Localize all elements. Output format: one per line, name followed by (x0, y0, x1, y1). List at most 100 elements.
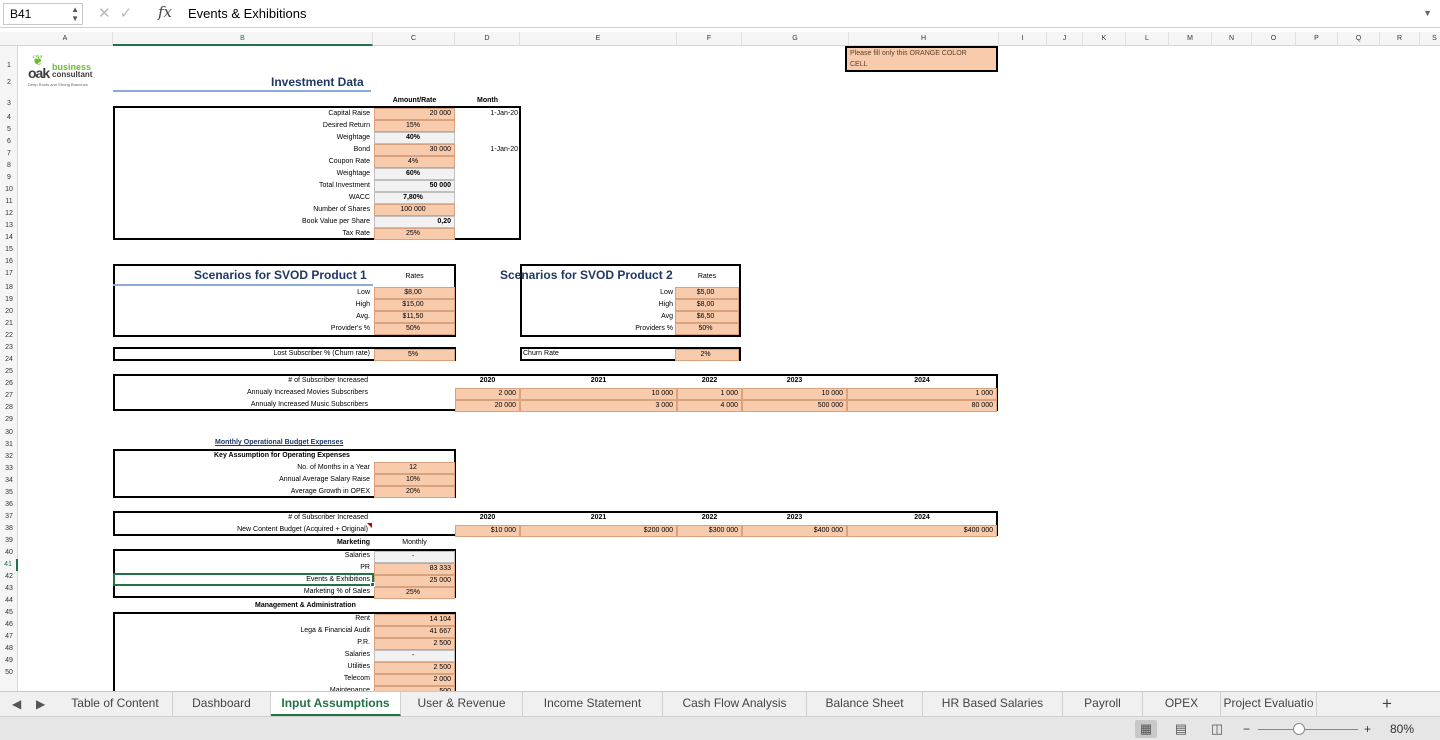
marketing-value[interactable]: 25% (374, 587, 455, 599)
svod1-value[interactable]: $11,50 (374, 311, 455, 323)
row-header-21[interactable]: 21 (0, 318, 18, 330)
tab-table-of-content[interactable]: Table of Content (58, 692, 173, 716)
svod2-value[interactable]: 50% (675, 323, 739, 335)
svod1-value[interactable]: 50% (374, 323, 455, 335)
music-value[interactable]: 80 000 (847, 400, 997, 412)
row-header-17[interactable]: 17 (0, 268, 18, 280)
column-header-k[interactable]: K (1083, 32, 1126, 46)
tab-balance-sheet[interactable]: Balance Sheet (807, 692, 923, 716)
investment-value[interactable]: 4% (374, 156, 455, 168)
tab-dashboard[interactable]: Dashboard (173, 692, 271, 716)
row-header-45[interactable]: 45 (0, 607, 18, 619)
movies-value[interactable]: 10 000 (742, 388, 847, 400)
worksheet-grid[interactable]: ❦ oak business consultant Deep Roots and… (18, 46, 1440, 691)
row-header-48[interactable]: 48 (0, 643, 18, 655)
row-header-11[interactable]: 11 (0, 196, 18, 208)
row-header-22[interactable]: 22 (0, 330, 18, 342)
row-header-10[interactable]: 10 (0, 184, 18, 196)
row-header-20[interactable]: 20 (0, 306, 18, 318)
svod1-value[interactable]: $15,00 (374, 299, 455, 311)
row-header-14[interactable]: 14 (0, 232, 18, 244)
zoom-in-button[interactable]: + (1364, 720, 1371, 738)
comment-indicator-icon[interactable] (367, 523, 372, 528)
movies-value[interactable]: 1 000 (677, 388, 742, 400)
fx-icon[interactable]: fx (158, 3, 172, 21)
row-header-2[interactable]: 2 (0, 77, 18, 89)
content-budget-value[interactable]: $400 000 (742, 525, 847, 537)
investment-value[interactable]: 30 000 (374, 144, 455, 156)
svod2-value[interactable]: $6,50 (675, 311, 739, 323)
row-header-15[interactable]: 15 (0, 244, 18, 256)
investment-value[interactable]: 7,80% (374, 192, 455, 204)
tab-input-assumptions[interactable]: Input Assumptions (271, 692, 401, 716)
row-header-7[interactable]: 7 (0, 148, 18, 160)
row-header-4[interactable]: 4 (0, 112, 18, 124)
normal-view-icon[interactable]: ▦ (1135, 720, 1157, 738)
name-box[interactable]: B41 ▲ ▼ (3, 3, 83, 25)
column-header-b[interactable]: B (113, 32, 373, 46)
zoom-slider[interactable] (1258, 729, 1358, 730)
row-header-41[interactable]: 41 (0, 559, 18, 571)
svod1-churn-value[interactable]: 5% (374, 349, 455, 361)
column-header-d[interactable]: D (455, 32, 520, 46)
column-header-n[interactable]: N (1212, 32, 1252, 46)
row-header-32[interactable]: 32 (0, 451, 18, 463)
marketing-value[interactable]: 25 000 (374, 575, 455, 587)
management-value[interactable]: 2 500 (374, 662, 455, 674)
row-header-38[interactable]: 38 (0, 523, 18, 535)
row-header-13[interactable]: 13 (0, 220, 18, 232)
selected-cell-b41[interactable] (113, 573, 374, 586)
tab-payroll[interactable]: Payroll (1063, 692, 1143, 716)
row-header-16[interactable]: 16 (0, 256, 18, 268)
column-header-i[interactable]: I (999, 32, 1047, 46)
column-header-e[interactable]: E (520, 32, 677, 46)
row-header-42[interactable]: 42 (0, 571, 18, 583)
movies-value[interactable]: 2 000 (455, 388, 520, 400)
column-header-o[interactable]: O (1252, 32, 1296, 46)
column-header-f[interactable]: F (677, 32, 742, 46)
formula-cancel-confirm-icons[interactable]: ✕✓ (98, 4, 141, 22)
column-header-h[interactable]: H (849, 32, 999, 46)
investment-value[interactable]: 50 000 (374, 180, 455, 192)
prev-sheet-icon[interactable]: ◀ (12, 692, 21, 717)
music-value[interactable]: 3 000 (520, 400, 677, 412)
opex-value[interactable]: 12 (374, 462, 455, 474)
column-header-p[interactable]: P (1296, 32, 1338, 46)
row-header-8[interactable]: 8 (0, 160, 18, 172)
svod2-churn-value[interactable]: 2% (675, 349, 739, 361)
content-budget-value[interactable]: $400 000 (847, 525, 997, 537)
row-header-34[interactable]: 34 (0, 475, 18, 487)
row-header-47[interactable]: 47 (0, 631, 18, 643)
row-header-9[interactable]: 9 (0, 172, 18, 184)
row-header-43[interactable]: 43 (0, 583, 18, 595)
page-break-view-icon[interactable]: ◫ (1206, 720, 1228, 738)
investment-value[interactable]: 25% (374, 228, 455, 240)
row-header-6[interactable]: 6 (0, 136, 18, 148)
row-header-33[interactable]: 33 (0, 463, 18, 475)
row-header-30[interactable]: 30 (0, 427, 18, 439)
investment-value[interactable]: 60% (374, 168, 455, 180)
tab-opex[interactable]: OPEX (1143, 692, 1221, 716)
tab-hr-based-salaries[interactable]: HR Based Salaries (923, 692, 1063, 716)
investment-value[interactable]: 100 000 (374, 204, 455, 216)
row-header-12[interactable]: 12 (0, 208, 18, 220)
fill-handle[interactable] (370, 582, 375, 587)
zoom-slider-knob[interactable] (1293, 723, 1305, 735)
svod2-value[interactable]: $5,00 (675, 287, 739, 299)
music-value[interactable]: 20 000 (455, 400, 520, 412)
row-header-40[interactable]: 40 (0, 547, 18, 559)
opex-value[interactable]: 20% (374, 486, 455, 498)
row-header-35[interactable]: 35 (0, 487, 18, 499)
row-header-36[interactable]: 36 (0, 499, 18, 511)
column-header-g[interactable]: G (742, 32, 849, 46)
investment-value[interactable]: 15% (374, 120, 455, 132)
row-header-1[interactable]: 1 (0, 60, 18, 72)
row-header-50[interactable]: 50 (0, 667, 18, 679)
add-sheet-button[interactable]: + (1382, 692, 1392, 716)
management-value[interactable]: 2 500 (374, 638, 455, 650)
formula-expand-icon[interactable]: ▼ (1423, 8, 1432, 18)
row-header-3[interactable]: 3 (0, 98, 18, 110)
column-header-l[interactable]: L (1126, 32, 1169, 46)
row-header-29[interactable]: 29 (0, 414, 18, 426)
music-value[interactable]: 500 000 (742, 400, 847, 412)
